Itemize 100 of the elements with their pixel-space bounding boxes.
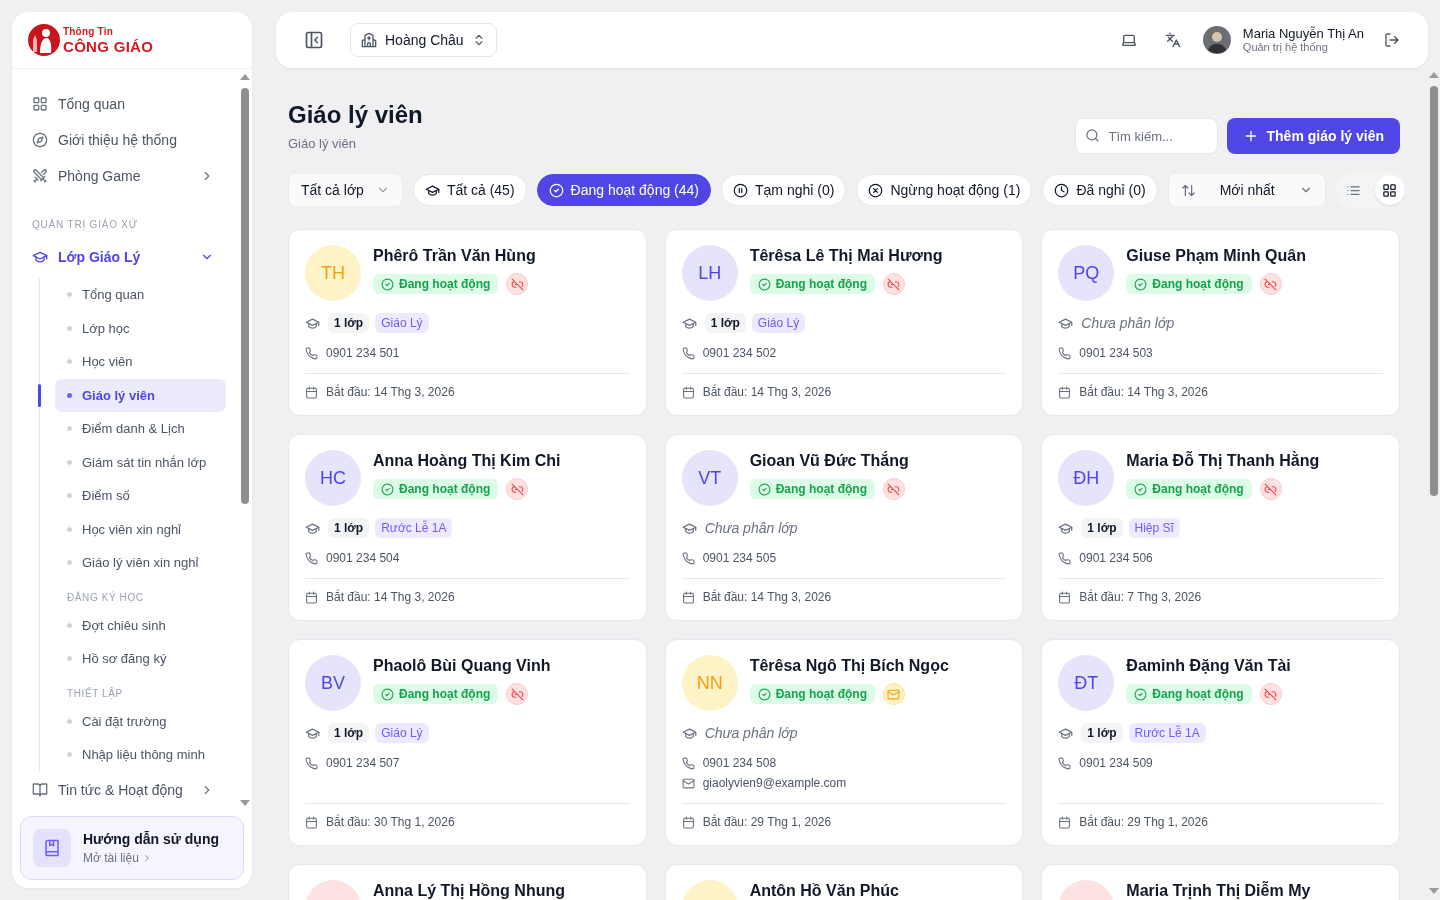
search-icon (1084, 128, 1100, 143)
teacher-name[interactable]: Têrêsa Ngô Thị Bích Ngọc (749, 656, 949, 676)
parish-select[interactable]: Hoàng Châu (350, 23, 497, 57)
nav-subitem[interactable]: Giáo lý viên (55, 378, 226, 412)
guide-card[interactable]: Hướng dẫn sử dụng Mở tài liệu (20, 816, 244, 880)
teacher-name[interactable]: Maria Đỗ Thị Thanh Hằng (1126, 451, 1320, 471)
start-date: Bắt đầu: 14 Thg 3, 2026 (326, 385, 455, 399)
nav-subitem[interactable]: Cài đặt trường (55, 704, 226, 738)
teacher-card[interactable]: ĐH Maria Đỗ Thị Thanh Hằng Đang hoạt động 1 lớp Hiệp Sĩ 0901 234 506 Bắt đầu: 7 Thg 3, 2026 (1041, 434, 1400, 621)
graduation-cap-icon (305, 520, 320, 536)
nav-subitem[interactable]: Học viên xin nghỉ (55, 512, 226, 546)
nav-item[interactable]: Giới thiệu hệ thống (20, 122, 226, 158)
teacher-card[interactable]: VT Gioan Vũ Đức Thắng Đang hoạt động Chưa phân lớp 0901 234 505 Bắt đầu: 14 Thg 3, 2026 (664, 434, 1024, 621)
teacher-name[interactable]: Maria Trịnh Thị Diễm My (1126, 881, 1311, 900)
check-circle-icon (381, 482, 394, 496)
start-date: Bắt đầu: 29 Thg 1, 2026 (702, 815, 832, 829)
nav-subitem[interactable]: Giám sát tin nhắn lớp (55, 445, 226, 479)
class-select[interactable]: Tất cả lớp (288, 173, 403, 207)
status-filter-chip[interactable]: Tạm nghỉ (0) (721, 174, 847, 206)
teacher-card[interactable]: BV Phaolô Bùi Quang Vinh Đang hoạt động 1 lớp Giáo Lý 0901 234 507 Bắt đầu: 30 Thg 1, 2026 (288, 639, 647, 846)
teacher-card[interactable]: LH Têrêsa Lê Thị Mai Hương Đang hoạt động 1 lớp Giáo Lý 0901 234 502 Bắt đầu: 14 Thg 3, 2026 (664, 229, 1024, 416)
teacher-name[interactable]: Anna Hoàng Thị Kim Chi (373, 451, 561, 471)
phone-icon (305, 551, 318, 565)
nav-item[interactable]: Lớp Giáo Lý (20, 239, 226, 275)
class-tag: Rước Lễ 1A (1128, 723, 1206, 743)
teacher-card[interactable]: Antôn Hồ Văn Phúc (664, 864, 1024, 900)
search-field[interactable]: Tìm kiếm... (1074, 118, 1218, 154)
compass-icon (32, 132, 48, 148)
teacher-card[interactable]: NN Têrêsa Ngô Thị Bích Ngọc Đang hoạt động Chưa phân lớp 0901 234 508 giaolyvien9@example.com Bắt đầu: 29 Thg 1, 2026 (664, 639, 1024, 846)
initials-avatar: HC (305, 450, 361, 506)
teacher-name[interactable]: Têrêsa Lê Thị Mai Hương (749, 246, 943, 266)
teacher-name[interactable]: Phaolô Bùi Quang Vinh (373, 656, 551, 676)
teacher-card[interactable]: Anna Lý Thị Hồng Nhung (288, 864, 647, 900)
start-date: Bắt đầu: 29 Thg 1, 2026 (1079, 815, 1208, 829)
teacher-name[interactable]: Giuse Phạm Minh Quân (1126, 246, 1306, 266)
teacher-name[interactable]: Đaminh Đặng Văn Tài (1126, 656, 1291, 676)
translate-icon (1164, 32, 1181, 48)
church-icon (361, 32, 377, 48)
grid-view-button[interactable] (1374, 175, 1405, 205)
graduation-cap-icon (305, 725, 320, 741)
calendar-icon (305, 815, 318, 829)
sort-select[interactable]: Mới nhất (1167, 173, 1326, 207)
guide-link[interactable]: Mở tài liệu (83, 850, 152, 865)
class-count: 1 lớp (1081, 518, 1123, 538)
add-teacher-button[interactable]: Thêm giáo lý viên (1226, 118, 1400, 154)
email-address: giaolyvien9@example.com (702, 776, 847, 790)
calendar-icon (681, 815, 695, 829)
status-badge: Đang hoạt động (373, 479, 499, 499)
nav-subitem[interactable]: Lớp học (55, 311, 226, 345)
unassigned-note: Chưa phân lớp (704, 520, 798, 536)
class-tag: Giáo Lý (375, 313, 429, 333)
user-avatar[interactable] (1202, 26, 1231, 54)
check-circle-icon (1134, 687, 1148, 701)
check-circle-icon (548, 182, 564, 198)
dashboard-icon (32, 96, 48, 112)
teacher-name[interactable]: Anna Lý Thị Hồng Nhung (373, 881, 565, 900)
initials-avatar: TH (305, 245, 361, 301)
teacher-name[interactable]: Antôn Hồ Văn Phúc (749, 881, 899, 900)
teacher-name[interactable]: Phêrô Trần Văn Hùng (373, 246, 536, 266)
teacher-card[interactable]: HC Anna Hoàng Thị Kim Chi Đang hoạt động 1 lớp Rước Lễ 1A 0901 234 504 Bắt đầu: 14 Thg 3, 2026 (288, 434, 647, 621)
class-count: 1 lớp (704, 313, 746, 333)
phone-number: 0901 234 505 (702, 551, 777, 565)
check-circle-icon (381, 277, 394, 291)
status-filter-chip[interactable]: Tất cả (45) (412, 174, 527, 206)
status-filter-chip[interactable]: Đã nghỉ (0) (1042, 174, 1158, 206)
status-filter-chip[interactable]: Ngừng hoạt động (1) (856, 174, 1033, 206)
unlinked-icon (510, 687, 524, 701)
teacher-name[interactable]: Gioan Vũ Đức Thắng (749, 451, 909, 471)
swords-icon (32, 168, 48, 184)
nav-item[interactable]: Tổng quan (20, 86, 226, 122)
class-tag: Giáo Lý (375, 723, 429, 743)
section-heading: ĐĂNG KÝ HỌC (66, 590, 145, 605)
breadcrumb: Giáo lý viên (288, 136, 357, 151)
check-circle-icon (381, 687, 394, 701)
phone-number: 0901 234 503 (1079, 346, 1153, 360)
class-count: 1 lớp (328, 313, 370, 333)
calendar-icon (1058, 590, 1072, 604)
page-title: Giáo lý viên (288, 100, 423, 130)
nav-subitem[interactable]: Học viên (55, 345, 226, 379)
teacher-card[interactable]: TH Phêrô Trần Văn Hùng Đang hoạt động 1 lớp Giáo Lý 0901 234 501 Bắt đầu: 14 Thg 3, 2026 (288, 229, 647, 416)
phone-number: 0901 234 509 (1079, 756, 1153, 770)
nav-subitem[interactable]: Nhập liệu thông minh (55, 738, 226, 772)
nav-subitem[interactable]: Hồ sơ đăng ký (55, 642, 226, 676)
phone-icon (681, 346, 695, 360)
status-filter-chip[interactable]: Đang hoạt động (44) (536, 174, 711, 206)
initials-avatar: LH (681, 245, 738, 301)
nav-subitem[interactable]: Điểm danh & Lịch (55, 412, 226, 446)
nav-item[interactable]: Phòng Game (20, 158, 226, 194)
unassigned-note: Chưa phân lớp (704, 725, 798, 741)
selection-bar (38, 383, 41, 407)
teacher-card[interactable]: Maria Trịnh Thị Diễm My (1041, 864, 1400, 900)
nav-subitem[interactable]: Tổng quan (55, 278, 226, 312)
nav-subitem[interactable]: Điểm số (55, 479, 226, 513)
teacher-card[interactable]: PQ Giuse Phạm Minh Quân Đang hoạt động Chưa phân lớp 0901 234 503 Bắt đầu: 14 Thg 3, 2026 (1041, 229, 1400, 416)
nav-subitem[interactable]: Đợt chiêu sinh (55, 608, 226, 642)
nav-item[interactable]: Tin tức & Hoạt động (20, 771, 226, 808)
teacher-card[interactable]: ĐT Đaminh Đặng Văn Tài Đang hoạt động 1 lớp Rước Lễ 1A 0901 234 509 Bắt đầu: 29 Thg 1, 2026 (1041, 639, 1400, 846)
check-circle-icon (757, 277, 771, 291)
nav-subitem[interactable]: Giáo lý viên xin nghỉ (55, 546, 226, 580)
section-heading: THIẾT LẬP (66, 686, 124, 701)
